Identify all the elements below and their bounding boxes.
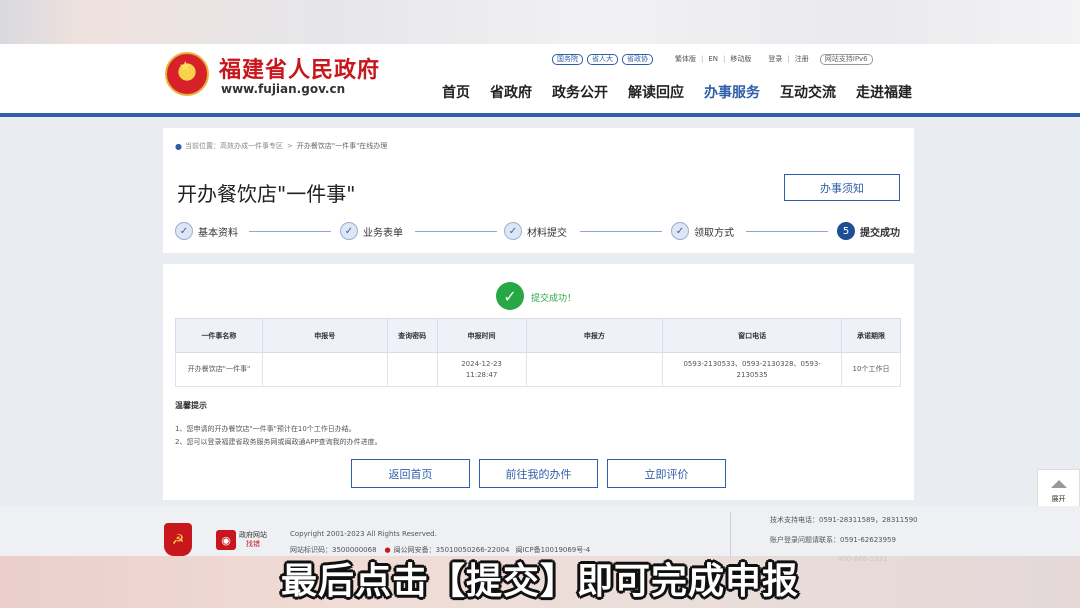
link-traditional[interactable]: 繁体版 [675,54,696,64]
breadcrumb-label: 当前位置： [184,142,220,150]
check-icon: ✓ [340,222,358,240]
step-connector [415,231,497,232]
footer-copyright: Copyright 2001-2023 All Rights Reserved. [290,530,437,538]
nav-home[interactable]: 首页 [442,82,470,102]
step-materials: ✓ 材料提交 [504,222,567,240]
nav-about-fujian[interactable]: 走进福建 [856,82,912,102]
link-register[interactable]: 注册 [795,54,809,64]
my-items-button[interactable]: 前往我的办件 [479,459,598,488]
nav-interaction[interactable]: 互动交流 [780,82,836,102]
link-provincial-cppcc[interactable]: 省政协 [622,53,653,65]
step-label: 领取方式 [694,227,734,239]
col-password: 查询密码 [386,318,438,353]
arrow-up-icon [1050,479,1067,488]
badge-top-text: 政府网站 [239,531,267,539]
process-card: ● 当前位置： 高效办成一件事专区 > 开办餐饮店"一件事"在线办理 开办餐饮店… [163,128,914,253]
site-header [0,44,1080,114]
nav-services[interactable]: 办事服务 [704,82,760,102]
step-label: 基本资料 [198,227,238,239]
report-error-badge[interactable]: ◉ 政府网站 找错 [216,528,276,552]
step-business-form: ✓ 业务表单 [340,222,403,240]
col-phone: 窗口电话 [662,318,843,353]
cell-time: 2024-12-23 11:28:47 [436,352,527,387]
cell-password [386,352,438,387]
check-icon: ✓ [175,222,193,240]
nav-public-affairs[interactable]: 政务公开 [552,82,608,102]
step-label: 提交成功 [860,227,900,239]
top-links: 国务院 省人大 省政协 繁体版 | EN | 移动版 登录 | 注册 网站支持I… [552,52,873,66]
ipv6-badge: 网站支持IPv6 [819,53,873,65]
breadcrumb-parent[interactable]: 高效办成一件事专区 [220,141,283,151]
col-time: 申报时间 [436,318,527,353]
breadcrumb-current: 开办餐饮店"一件事"在线办理 [296,142,388,150]
col-number: 申报号 [261,318,388,353]
step-label: 业务表单 [363,227,403,239]
notice-button[interactable]: 办事须知 [784,174,900,201]
link-english[interactable]: EN [708,55,718,63]
main-nav: 首页 省政府 政务公开 解读回应 办事服务 互动交流 走进福建 [432,82,922,102]
national-emblem-icon: ★ [165,52,209,96]
back-home-button[interactable]: 返回首页 [351,459,470,488]
cell-phone: 0593-2130533、0593-2130328、0593-2130535 [662,352,843,387]
link-mobile[interactable]: 移动版 [730,54,751,64]
cell-name: 开办餐饮店"一件事" [175,352,263,387]
breadcrumb: ● 当前位置： 高效办成一件事专区 > 开办餐饮店"一件事"在线办理 [175,141,387,151]
footer-tech-support: 技术支持电话：0591-28311589，28311590 [770,516,918,524]
link-state-council[interactable]: 国务院 [552,53,583,65]
header-divider [0,113,1080,117]
check-icon: ✓ [504,222,522,240]
cell-number [261,352,388,387]
tip-item: 1、您申请的开办餐饮店"一件事"预计在10个工作日办结。 [175,425,356,433]
check-icon: ✓ [671,222,689,240]
result-table: 一件事名称 申报号 查询密码 申报时间 申报方 窗口电话 承诺期限 开办餐饮店"… [175,318,901,387]
report-error-icon: ◉ [216,530,236,550]
site-name[interactable]: 福建省人民政府 [219,52,380,84]
evaluate-button[interactable]: 立即评价 [607,459,726,488]
step-connector [249,231,331,232]
step-connector [746,231,828,232]
success-text: 提交成功！ [531,294,577,304]
success-check-icon: ✓ [496,282,524,310]
col-applicant: 申报方 [525,318,664,353]
footer-account-help: 账户登录问题请联系：0591-62623959 [770,536,896,544]
site-url: www.fujian.gov.cn [221,82,346,96]
link-login[interactable]: 登录 [768,54,782,64]
col-deadline: 承诺期限 [841,318,901,353]
nav-government[interactable]: 省政府 [490,82,532,102]
step-submitted: 5 提交成功 [837,222,900,240]
step-number: 5 [837,222,855,240]
table-header-row: 一件事名称 申报号 查询密码 申报时间 申报方 窗口电话 承诺期限 [175,318,901,353]
result-card: ✓ 提交成功！ 一件事名称 申报号 查询密码 申报时间 申报方 窗口电话 承诺期… [163,264,914,500]
blurred-top-band [0,0,1080,44]
video-caption: 最后点击【提交】即可完成申报 [280,561,799,602]
breadcrumb-separator: > [286,142,293,150]
step-basic-info: ✓ 基本资料 [175,222,238,240]
nav-interpretation[interactable]: 解读回应 [628,82,684,102]
cell-deadline: 10个工作日 [841,352,901,387]
step-label: 材料提交 [527,227,567,239]
separator: | [701,55,704,63]
cell-applicant [525,352,664,387]
location-pin-icon: ● [175,141,182,151]
tips-title: 温馨提示 [175,401,207,410]
step-pickup: ✓ 领取方式 [671,222,734,240]
step-connector [580,231,662,232]
col-name: 一件事名称 [175,318,263,353]
badge-bottom-text: 找错 [246,540,260,548]
separator: | [723,55,726,63]
tip-item: 2、您可以登录福建省政务服务网或闽政通APP查询我的办件进度。 [175,438,382,446]
table-row: 开办餐饮店"一件事" 2024-12-23 11:28:47 0593-2130… [175,352,901,387]
page-title: 开办餐饮店"一件事" [177,182,356,206]
separator: | [787,55,790,63]
link-provincial-congress[interactable]: 省人大 [587,53,618,65]
expand-label: 展开 [1051,494,1066,503]
